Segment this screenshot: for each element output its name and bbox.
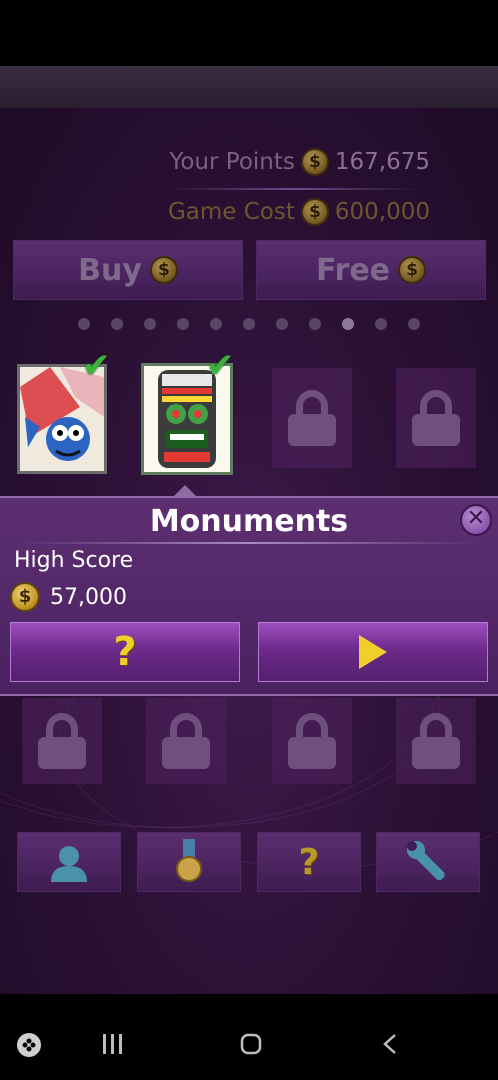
high-score-label: High Score [14,548,134,573]
medal-icon [176,839,202,882]
top-strip [0,66,498,108]
recent-apps-icon[interactable] [102,1034,124,1054]
game-cost-row: Game Cost $ 600,000 [168,198,430,226]
free-button-label: Free [315,252,391,288]
page-dot[interactable] [408,318,420,330]
question-mark-icon: ? [113,629,137,675]
your-points-label: Your Points [169,149,295,175]
coin-icon: $ [398,256,427,284]
game-launcher-icon[interactable] [16,1032,42,1058]
coin-icon: $ [300,148,329,176]
your-points-value: 167,675 [334,149,430,175]
lock-icon [160,713,212,769]
popup-divider [20,542,478,544]
coin-icon: $ [300,198,329,226]
profile-button[interactable] [17,832,121,892]
page-dot[interactable] [309,318,321,330]
your-points-row: Your Points $ 167,675 [169,148,430,176]
locked-level-tile[interactable] [272,698,352,784]
page-dot[interactable] [276,318,288,330]
buy-button-label: Buy [78,252,142,288]
free-button[interactable]: Free $ [256,240,486,300]
check-icon: ✔ [206,346,235,386]
locked-level-tile[interactable] [396,368,476,468]
lock-icon [286,390,338,446]
status-bar [0,0,498,66]
page-dot-current[interactable] [342,318,354,330]
wrench-icon [407,841,445,881]
lock-icon [286,713,338,769]
help-icon: ? [298,841,320,883]
locked-level-tile[interactable] [22,698,102,784]
profile-icon [51,846,87,882]
system-nav-bar [0,994,498,1080]
help-button[interactable]: ? [10,622,240,682]
close-icon[interactable]: ✕ [460,504,492,536]
lock-icon [410,390,462,446]
check-icon: ✔ [82,346,111,386]
page-dot[interactable] [210,318,222,330]
game-cost-value: 600,000 [334,199,430,225]
high-score-row: $ 57,000 [10,582,127,612]
page-dot[interactable] [177,318,189,330]
coin-icon: $ [149,256,178,284]
locked-level-tile[interactable] [396,698,476,784]
points-divider [170,188,420,190]
level-info-popup: Monuments ✕ High Score $ 57,000 ? [0,496,498,696]
locked-level-tile[interactable] [272,368,352,468]
back-icon[interactable] [382,1033,398,1055]
page-dot[interactable] [78,318,90,330]
achievements-button[interactable] [137,832,241,892]
home-icon[interactable] [240,1033,262,1055]
play-icon [359,635,387,669]
high-score-value: 57,000 [50,584,127,610]
game-cost-label: Game Cost [167,199,295,225]
popup-title: Monuments [149,504,349,539]
page-dot[interactable] [243,318,255,330]
coin-icon: $ [10,582,40,612]
settings-button[interactable] [376,832,480,892]
help-menu-button[interactable]: ? [257,832,361,892]
page-dot[interactable] [111,318,123,330]
lock-icon [36,713,88,769]
page-indicator [78,318,420,330]
lock-icon [410,713,462,769]
page-dot[interactable] [144,318,156,330]
locked-level-tile[interactable] [146,698,226,784]
buy-button[interactable]: Buy $ [13,240,243,300]
page-dot[interactable] [375,318,387,330]
play-button[interactable] [258,622,488,682]
